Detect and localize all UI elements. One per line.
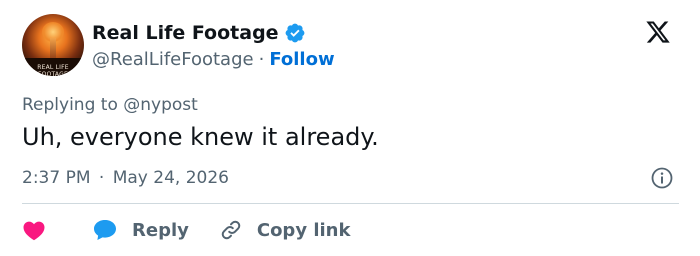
divider: [22, 203, 679, 204]
reply-button[interactable]: Reply: [92, 218, 189, 242]
author-handle[interactable]: @RealLifeFootage: [92, 49, 254, 70]
speech-bubble-icon: [94, 220, 116, 240]
timestamp-separator: ·: [98, 168, 105, 188]
like-button[interactable]: [22, 219, 46, 241]
author-name-row: Real Life Footage: [92, 22, 306, 44]
mushroom-cloud-stem: [50, 38, 56, 60]
info-icon[interactable]: [650, 166, 674, 190]
tweet-time: 2:37 PM: [22, 168, 91, 188]
replying-to-label[interactable]: Replying to @nypost: [22, 95, 198, 115]
author-display-name[interactable]: Real Life Footage: [92, 22, 279, 44]
avatar[interactable]: REAL LIFE FOOTAGE: [22, 14, 84, 76]
tweet-text: Uh, everyone knew it already.: [22, 123, 379, 151]
link-icon: [221, 220, 241, 240]
action-bar: Reply Copy link: [22, 216, 350, 244]
avatar-caption: REAL LIFE FOOTAGE: [37, 64, 69, 76]
x-logo-icon[interactable]: [644, 19, 672, 45]
tweet-date: May 24, 2026: [112, 168, 229, 188]
handle-separator: ·: [258, 49, 265, 70]
tweet-timestamp[interactable]: 2:37 PM · May 24, 2026: [22, 168, 229, 188]
heart-icon: [23, 221, 45, 241]
follow-button[interactable]: Follow: [269, 49, 334, 70]
reply-label: Reply: [132, 219, 189, 241]
copy-link-button[interactable]: Copy link: [219, 218, 351, 242]
tweet-embed-card: REAL LIFE FOOTAGE Real Life Footage @Rea…: [0, 0, 700, 256]
verified-badge-icon: [285, 23, 304, 43]
copy-link-label: Copy link: [256, 219, 351, 241]
author-handle-row: @RealLifeFootage · Follow: [92, 49, 335, 70]
